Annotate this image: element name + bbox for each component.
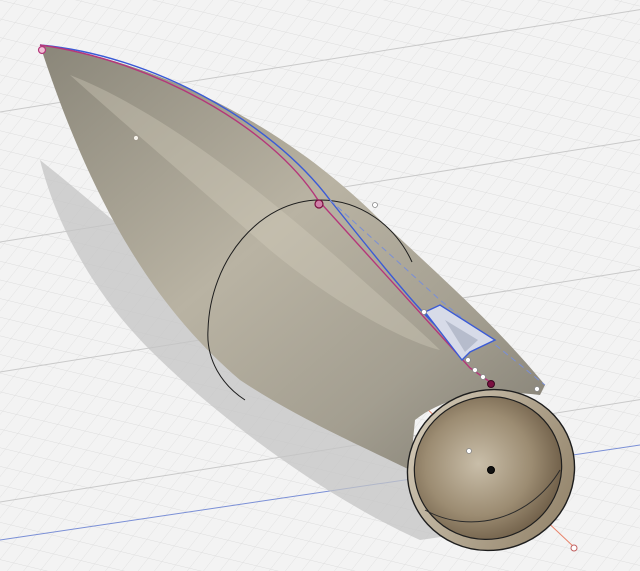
sketch-point-icon[interactable] bbox=[534, 386, 540, 392]
selected-point-icon[interactable] bbox=[487, 380, 495, 388]
constraint-point-icon[interactable] bbox=[314, 199, 324, 209]
sketch-point-icon[interactable] bbox=[466, 448, 472, 454]
sketch-point-icon[interactable] bbox=[372, 202, 378, 208]
sketch-point-icon[interactable] bbox=[472, 367, 478, 373]
constraint-point-icon[interactable] bbox=[37, 45, 47, 55]
origin-point-icon[interactable] bbox=[487, 466, 495, 474]
sketch-point-icon[interactable] bbox=[465, 357, 471, 363]
model-canvas[interactable] bbox=[0, 0, 640, 571]
sketch-point-icon[interactable] bbox=[421, 309, 427, 315]
sketch-point-icon[interactable] bbox=[133, 135, 139, 141]
cad-3d-viewport[interactable] bbox=[0, 0, 640, 571]
sketch-point-icon[interactable] bbox=[480, 374, 486, 380]
sketch-point-icon[interactable] bbox=[570, 544, 578, 552]
